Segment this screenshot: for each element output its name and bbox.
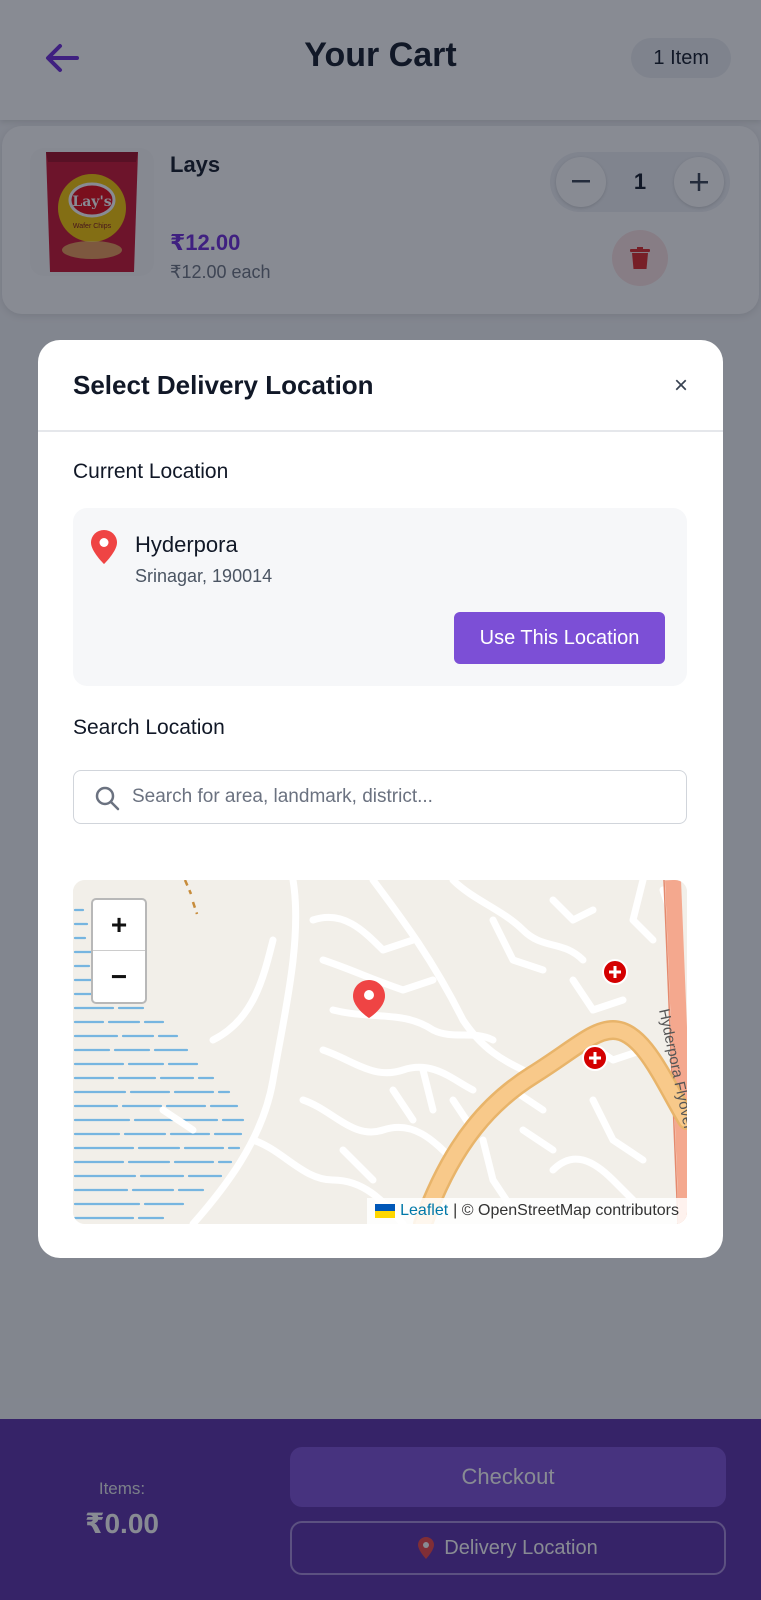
ukraine-flag-icon	[375, 1204, 396, 1218]
current-location-name: Hyderpora	[135, 532, 238, 557]
search-input[interactable]	[132, 771, 672, 822]
search-icon	[95, 786, 120, 811]
zoom-in-button[interactable]: +	[93, 900, 145, 951]
current-location-heading: Current Location	[73, 460, 229, 483]
current-location-card: Hyderpora Srinagar, 190014 Use This Loca…	[73, 508, 687, 686]
modal-title: Select Delivery Location	[73, 370, 374, 400]
modal-header: Select Delivery Location ×	[38, 340, 723, 432]
map-tiles: Hyderpora Flyover	[73, 880, 687, 1224]
close-icon[interactable]: ×	[667, 372, 695, 400]
current-location-detail: Srinagar, 190014	[135, 566, 273, 586]
location-map[interactable]: Hyderpora Flyover + − Leaflet | © OpenSt…	[73, 880, 687, 1224]
search-box	[73, 770, 687, 824]
hospital-marker	[602, 959, 628, 985]
delivery-location-modal: Select Delivery Location × Current Locat…	[38, 340, 723, 1258]
zoom-out-button[interactable]: −	[93, 951, 145, 1002]
hospital-marker	[582, 1045, 608, 1071]
map-zoom-control: + −	[91, 898, 147, 1004]
use-this-location-button[interactable]: Use This Location	[454, 612, 665, 664]
map-attribution: Leaflet | © OpenStreetMap contributors	[367, 1198, 687, 1224]
attribution-text: | © OpenStreetMap contributors	[453, 1202, 679, 1219]
location-pin-icon	[91, 530, 117, 564]
search-location-heading: Search Location	[73, 716, 225, 739]
leaflet-link[interactable]: Leaflet	[400, 1198, 448, 1224]
